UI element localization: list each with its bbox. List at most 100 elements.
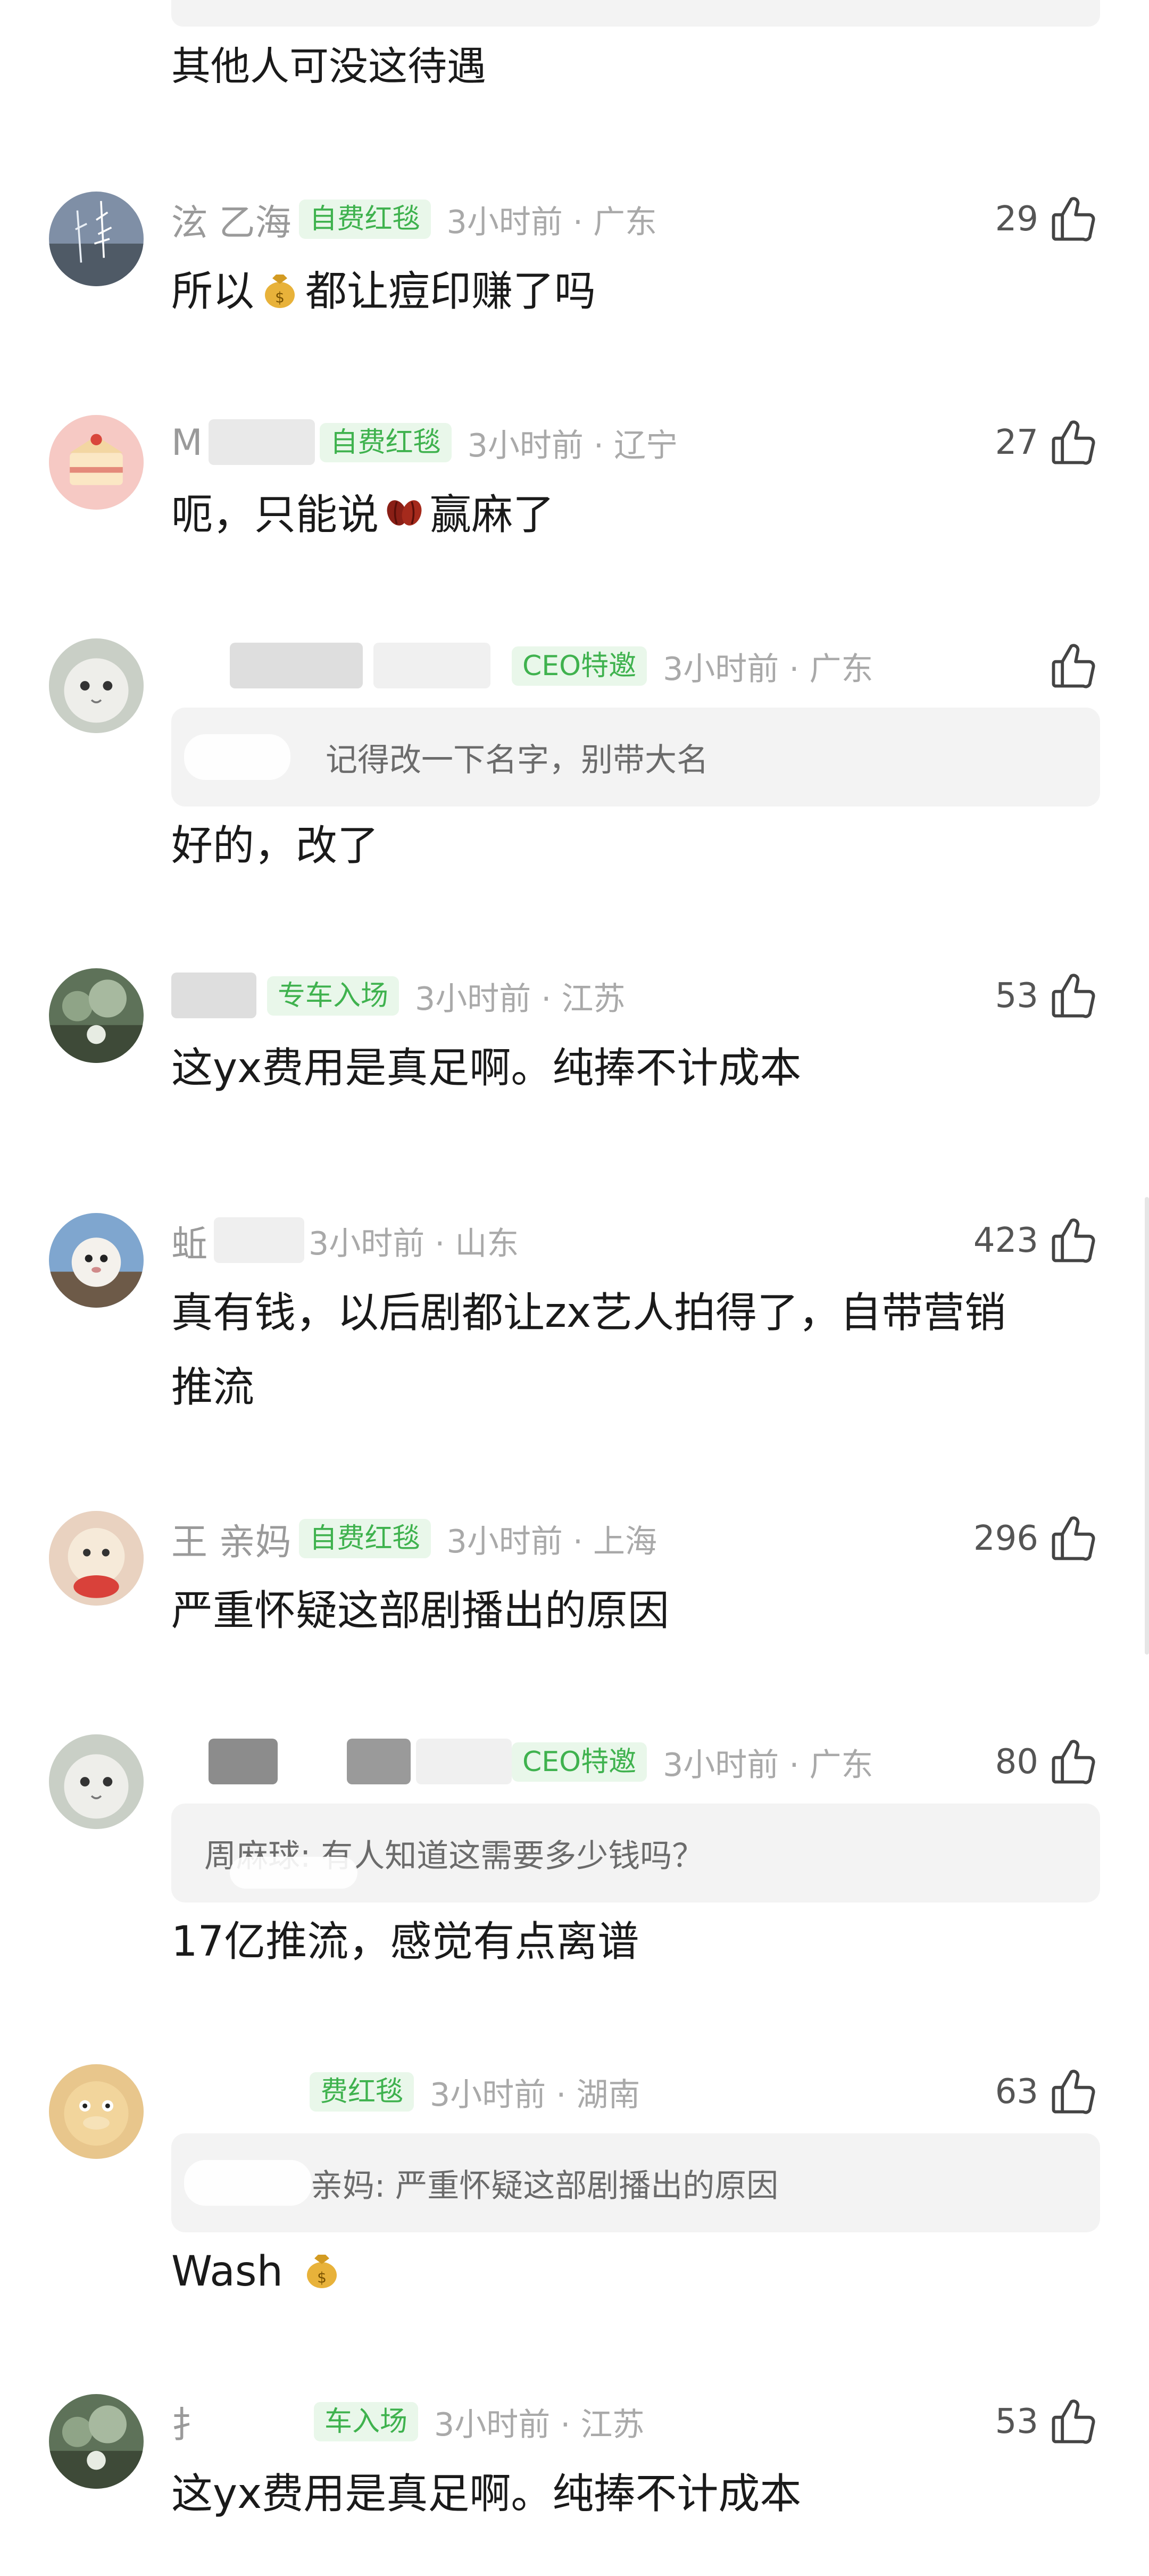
- quote-text: 亲妈: 严重怀疑这部剧播出的原因: [311, 2167, 779, 2205]
- timestamp-location: 3小时前 · 上海: [446, 1523, 657, 1560]
- comment-text: 17亿推流，感觉有点离谱: [171, 1918, 639, 1966]
- username-mask: [171, 973, 256, 1018]
- quoted-comment[interactable]: 周麻球: 有人知道这需要多少钱吗？: [171, 1804, 1100, 1902]
- comment-text-part: 都让痘印赚了吗: [305, 268, 596, 315]
- status-badge: CEO特邀: [512, 646, 647, 686]
- thumbs-up-icon: [1052, 2399, 1095, 2444]
- thumbs-up-icon: [1052, 1218, 1095, 1263]
- quote-author-mask: [184, 2160, 312, 2206]
- avatar[interactable]: [49, 638, 144, 733]
- svg-text:$: $: [275, 289, 285, 306]
- like-count: 53: [995, 2402, 1038, 2441]
- username-mask: [209, 419, 315, 465]
- scrollbar[interactable]: [1145, 1197, 1149, 1655]
- thumbs-up-icon: [1052, 197, 1095, 242]
- comment-text: 呃，只能说 赢麻了: [171, 478, 1076, 552]
- status-badge: 自费红毯: [298, 1519, 431, 1558]
- comment-meta: 费红毯 3小时前 · 湖南: [171, 2064, 640, 2120]
- comment-text-part: Wash: [171, 2248, 284, 2296]
- avatar[interactable]: [49, 192, 144, 286]
- username-mask: [347, 1739, 411, 1784]
- like-button[interactable]: 27: [995, 415, 1100, 470]
- username[interactable]: M: [171, 422, 203, 464]
- like-button[interactable]: 53: [995, 2394, 1100, 2449]
- thumbs-up-icon: [1052, 644, 1095, 688]
- comment-text: 好的，改了: [171, 822, 379, 870]
- comment-text: 真有钱，以后剧都让zx艺人拍得了，自带营销 推流: [171, 1276, 1076, 1425]
- status-badge: 车入场: [314, 2402, 419, 2441]
- username-mask: [416, 1739, 512, 1784]
- timestamp-location: 3小时前 · 广东: [446, 203, 657, 241]
- comment-meta: 泫 乙海 自费红毯 3小时前 · 广东: [171, 192, 657, 247]
- username[interactable]: 王 亲妈: [171, 1513, 292, 1565]
- thumbs-up-icon: [1052, 420, 1095, 465]
- comment-text: 其他人可没这待遇: [171, 44, 486, 89]
- avatar[interactable]: [49, 1511, 144, 1606]
- status-badge: 专车入场: [267, 976, 399, 1016]
- comment-meta: CEO特邀 3小时前 · 广东: [171, 638, 873, 694]
- like-count: 29: [995, 200, 1038, 239]
- timestamp-location: 3小时前 · 广东: [663, 650, 873, 688]
- timestamp-location: 3小时前 · 山东: [309, 1225, 519, 1262]
- comment-text-line: 推流: [171, 1364, 255, 1411]
- timestamp-location: 3小时前 · 广东: [663, 1746, 873, 1784]
- avatar[interactable]: [49, 2394, 144, 2489]
- comment-text-line: 真有钱，以后剧都让zx艺人拍得了，自带营销: [171, 1289, 1006, 1337]
- timestamp-location: 3小时前 · 辽宁: [467, 427, 678, 464]
- like-count: 423: [973, 1221, 1038, 1260]
- avatar-image: [49, 1734, 144, 1829]
- thumbs-up-icon: [1052, 1516, 1095, 1561]
- quote-text: 记得改一下名字，别带大名: [326, 741, 709, 779]
- money-bag-icon: $: [306, 2255, 337, 2288]
- previous-quote-block: [171, 0, 1100, 27]
- status-badge: CEO特邀: [512, 1742, 647, 1782]
- comment-meta: M 自费红毯 3小时前 · 辽宁: [171, 415, 678, 470]
- avatar[interactable]: [49, 1734, 144, 1829]
- comment-text: 所以 $ 都让痘印赚了吗: [171, 254, 1076, 329]
- avatar-image: [49, 1511, 144, 1606]
- comment-text-part: 呃，只能说: [171, 491, 379, 539]
- comment-text: 严重怀疑这部剧播出的原因: [171, 1587, 670, 1635]
- avatar-image: [49, 415, 144, 510]
- avatar[interactable]: [49, 968, 144, 1063]
- username-mask: [171, 2068, 299, 2114]
- username-mask: [373, 643, 490, 688]
- like-button[interactable]: [1047, 638, 1100, 694]
- like-button[interactable]: 80: [995, 1734, 1100, 1790]
- like-button[interactable]: 63: [995, 2064, 1100, 2120]
- svg-text:$: $: [317, 2269, 327, 2287]
- quoted-comment[interactable]: 亲妈: 严重怀疑这部剧播出的原因: [171, 2133, 1100, 2232]
- money-bag-icon: $: [265, 275, 295, 308]
- timestamp-location: 3小时前 · 江苏: [434, 2406, 645, 2444]
- like-button[interactable]: 29: [995, 192, 1100, 247]
- comment-meta: 王 亲妈 自费红毯 3小时前 · 上海: [171, 1511, 657, 1566]
- timestamp-location: 3小时前 · 湖南: [430, 2076, 640, 2114]
- username[interactable]: 泫 乙海: [171, 193, 292, 246]
- comment-text: 这yx费用是真足啊。纯捧不计成本: [171, 1044, 802, 1092]
- status-badge: 自费红毯: [319, 423, 452, 462]
- avatar[interactable]: [49, 2064, 144, 2159]
- like-count: 296: [973, 1519, 1038, 1558]
- avatar[interactable]: [49, 1213, 144, 1308]
- username-mask: [209, 1739, 278, 1784]
- thumbs-up-icon: [1052, 2070, 1095, 2114]
- like-count: 53: [995, 976, 1038, 1016]
- like-button[interactable]: 423: [973, 1213, 1100, 1268]
- comment-text: 这yx费用是真足啊。纯捧不计成本: [171, 2470, 802, 2518]
- comment-meta: 专车入场 3小时前 · 江苏: [171, 968, 625, 1024]
- quoted-comment[interactable]: 记得改一下名字，别带大名: [171, 708, 1100, 807]
- thumbs-up-icon: [1052, 1740, 1095, 1784]
- username-mask: [214, 1217, 304, 1263]
- avatar[interactable]: [49, 415, 144, 510]
- comment-meta: 扌 车入场 3小时前 · 江苏: [171, 2394, 644, 2449]
- avatar-image: [49, 638, 144, 733]
- like-count: 27: [995, 423, 1038, 462]
- username[interactable]: 蚯: [171, 1215, 207, 1267]
- like-button[interactable]: 53: [995, 968, 1100, 1024]
- avatar-image: [49, 2394, 144, 2489]
- like-button[interactable]: 296: [973, 1511, 1100, 1566]
- avatar-image: [49, 1213, 144, 1308]
- comment-meta: 蚯 3小时前 · 山东: [171, 1213, 519, 1268]
- avatar-image: [49, 192, 144, 286]
- timestamp-location: 3小时前 · 江苏: [415, 980, 626, 1018]
